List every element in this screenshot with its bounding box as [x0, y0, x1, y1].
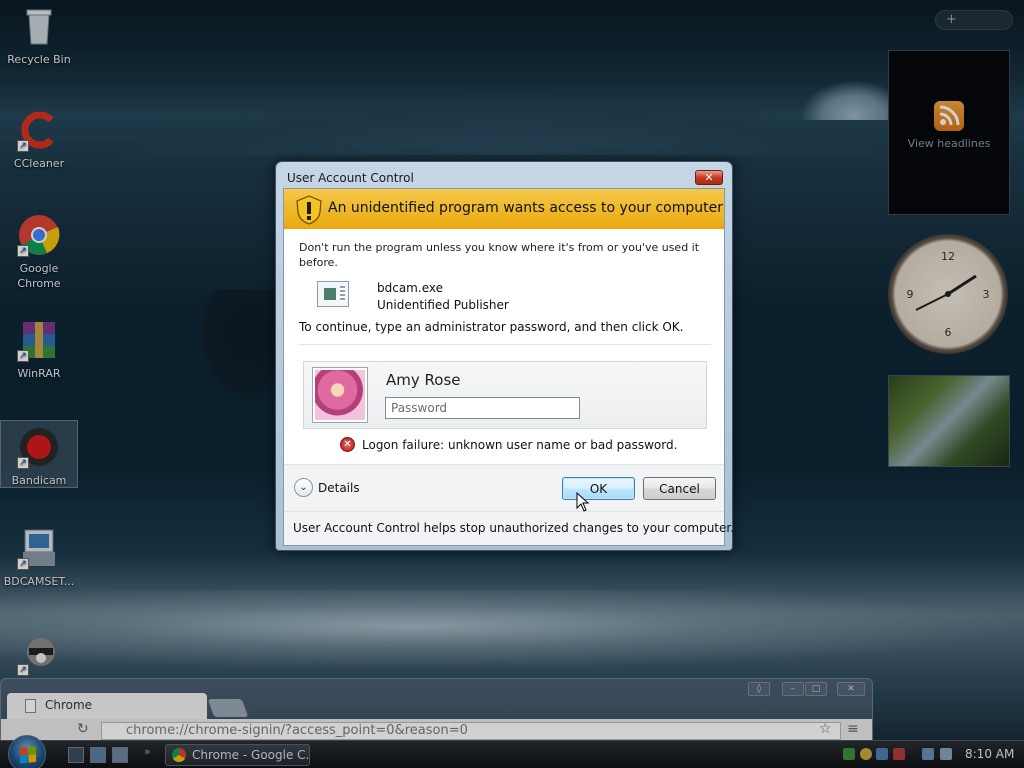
dialog-titlebar: User Account Control ✕: [276, 162, 732, 188]
uac-shield-icon: [295, 195, 323, 225]
chevron-down-icon[interactable]: ⌄: [294, 478, 313, 497]
publisher-name: Unidentified Publisher: [377, 298, 509, 312]
dialog-close-button[interactable]: ✕: [695, 170, 723, 185]
warning-banner: An unidentified program wants access to …: [284, 189, 724, 229]
password-input[interactable]: [385, 397, 580, 419]
dialog-body: An unidentified program wants access to …: [283, 188, 734, 546]
error-icon: ✕: [340, 437, 355, 452]
program-name: bdcam.exe: [377, 281, 443, 295]
dialog-title: User Account Control: [287, 171, 414, 185]
mouse-cursor-icon: [576, 491, 590, 512]
warning-text: Don't run the program unless you know wh…: [299, 241, 700, 269]
cancel-button[interactable]: Cancel: [643, 477, 716, 500]
user-name: Amy Rose: [386, 371, 461, 389]
details-label[interactable]: Details: [318, 481, 360, 495]
button-row: ⌄ Details OK Cancel: [284, 464, 724, 511]
error-message: Logon failure: unknown user name or bad …: [362, 438, 678, 452]
divider: [299, 344, 711, 345]
credential-tile[interactable]: Amy Rose: [303, 361, 707, 429]
avatar: [312, 367, 368, 423]
user-picture: [315, 370, 365, 420]
footer-text: User Account Control helps stop unauthor…: [293, 521, 735, 535]
dialog-footer: User Account Control helps stop unauthor…: [284, 511, 734, 545]
program-icon: [317, 281, 349, 307]
ok-button[interactable]: OK: [562, 477, 635, 500]
banner-text: An unidentified program wants access to …: [328, 200, 723, 216]
instruction-text: To continue, type an administrator passw…: [299, 320, 684, 334]
uac-dialog: User Account Control ✕ An unidentified p…: [275, 161, 734, 551]
